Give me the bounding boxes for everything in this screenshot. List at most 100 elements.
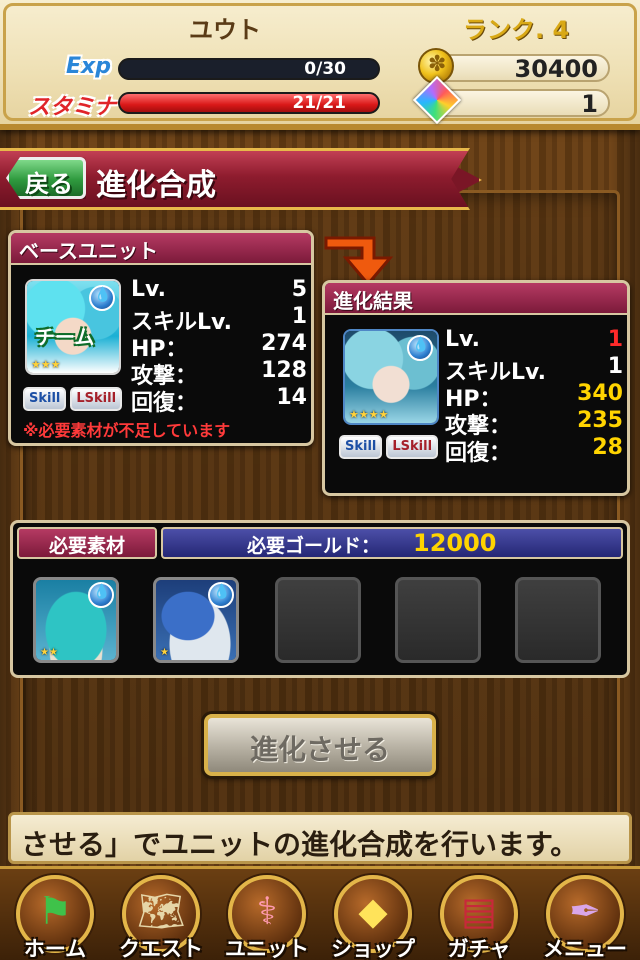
stat-label: 攻撃： xyxy=(445,414,512,439)
rarity-stars: ★★ xyxy=(40,647,58,658)
rarity-stars: ★★★ xyxy=(31,358,61,371)
exp-bar: 0/30 xyxy=(118,58,380,80)
required-gold-value: 12000 xyxy=(413,529,497,557)
gem-icon: ◆ xyxy=(358,889,388,933)
materials-title: 必要素材 xyxy=(48,535,125,557)
player-rank: ランク. 4 xyxy=(463,16,570,44)
result-unit-panel: 進化結果 ★★★★ Skill LSkill Lv. 1 スキルLv. 1 HP… xyxy=(322,280,630,496)
nav-label: クエスト xyxy=(119,937,203,960)
stat-value: 128 xyxy=(261,358,307,383)
rarity-stars: ★★★★ xyxy=(349,408,389,421)
evolve-button[interactable]: 進化させる xyxy=(204,714,436,776)
book-icon: ▤ xyxy=(461,889,497,933)
stat-value: 28 xyxy=(592,435,623,460)
stat-label: 攻撃： xyxy=(131,364,198,389)
page-title: 進化合成 xyxy=(96,168,216,203)
skill-badge[interactable]: Skill xyxy=(339,435,383,459)
empty-material-slot[interactable] xyxy=(395,577,481,663)
skill-badges: Skill LSkill xyxy=(23,387,123,411)
result-unit-header: 進化結果 xyxy=(325,283,627,315)
stat-label: 回復： xyxy=(445,441,512,466)
water-element-icon xyxy=(407,335,433,361)
gold-box: 30400 xyxy=(430,54,610,82)
team-tag: チーム xyxy=(35,325,95,349)
help-ticker: させる」でユニットの進化合成を行います。 xyxy=(8,812,632,864)
stat-value: 5 xyxy=(291,277,307,302)
result-unit-stats: Lv. 1 スキルLv. 1 HP： 340 攻撃： 235 回復： 28 xyxy=(445,327,623,466)
stat-value: 274 xyxy=(261,331,307,356)
stat-row: Lv. 1 xyxy=(445,327,623,354)
water-element-icon xyxy=(88,582,114,608)
nav-label: ユニット xyxy=(225,937,309,960)
gem-amount: 1 xyxy=(581,90,598,118)
stat-row: HP： 274 xyxy=(131,331,307,362)
bottom-nav: ⚑ ホーム 🗺 クエスト ⚕ ユニット ◆ ショップ ▤ ガチャ ✒ メニュー xyxy=(0,866,640,960)
stat-label: スキルLv. xyxy=(131,310,232,335)
base-unit-header: ベースユニット xyxy=(11,233,311,265)
stat-value: 1 xyxy=(291,304,307,329)
result-unit-portrait[interactable]: ★★★★ xyxy=(343,329,439,425)
stat-label: 回復： xyxy=(131,391,198,416)
stat-row: スキルLv. 1 xyxy=(445,354,623,385)
stat-row: 回復： 14 xyxy=(131,385,307,416)
stat-label: HP： xyxy=(445,387,502,412)
staff-icon: ⚕ xyxy=(256,889,278,933)
stat-row: 回復： 28 xyxy=(445,435,623,466)
water-element-icon xyxy=(89,285,115,311)
base-unit-portrait[interactable]: チーム ★★★ xyxy=(25,279,121,375)
stat-value: 235 xyxy=(577,408,623,433)
materials-header: 必要素材 xyxy=(17,527,157,559)
base-unit-panel: ベースユニット チーム ★★★ Skill LSkill Lv. 5 スキルLv… xyxy=(8,230,314,446)
required-gold-header: 必要ゴールド： 12000 xyxy=(161,527,623,559)
stat-label: Lv. xyxy=(445,327,480,352)
stat-row: 攻撃： 128 xyxy=(131,358,307,389)
nav-menu[interactable]: ✒ メニュー xyxy=(532,869,638,960)
stat-value: 340 xyxy=(577,381,623,406)
nav-label: ショップ xyxy=(331,937,415,960)
nav-home[interactable]: ⚑ ホーム xyxy=(2,869,108,960)
stat-value: 14 xyxy=(276,385,307,410)
skill-badges: Skill LSkill xyxy=(339,435,439,459)
nav-unit[interactable]: ⚕ ユニット xyxy=(214,869,320,960)
stamina-label: スタミナ xyxy=(28,95,117,120)
result-unit-title: 進化結果 xyxy=(333,289,413,313)
base-unit-stats: Lv. 5 スキルLv. 1 HP： 274 攻撃： 128 回復： 14 xyxy=(131,277,307,416)
nav-shop[interactable]: ◆ ショップ xyxy=(320,869,426,960)
stamina-value: 21/21 xyxy=(292,93,346,113)
flag-icon: ⚑ xyxy=(37,889,73,933)
nav-label: ガチャ xyxy=(447,937,511,960)
stat-label: Lv. xyxy=(131,277,166,302)
map-icon: 🗺 xyxy=(136,889,186,933)
quill-icon: ✒ xyxy=(569,889,601,933)
ticker-text: させる」でユニットの進化合成を行います。 xyxy=(21,828,579,861)
stat-label: HP： xyxy=(131,337,188,362)
exp-label: Exp xyxy=(66,54,111,79)
leader-skill-badge[interactable]: LSkill xyxy=(386,435,439,459)
stat-label: スキルLv. xyxy=(445,360,546,385)
stat-value: 1 xyxy=(607,354,623,379)
evolve-arrow-icon xyxy=(324,236,394,286)
stat-value: 1 xyxy=(607,327,623,352)
material-slot[interactable]: ★★ xyxy=(33,577,119,663)
base-unit-title: ベースユニット xyxy=(19,239,158,263)
nav-label: メニュー xyxy=(543,937,627,960)
stat-row: 攻撃： 235 xyxy=(445,408,623,439)
stat-row: Lv. 5 xyxy=(131,277,307,304)
skill-badge[interactable]: Skill xyxy=(23,387,67,411)
stat-row: HP： 340 xyxy=(445,381,623,412)
rarity-stars: ★ xyxy=(160,647,169,658)
leader-skill-badge[interactable]: LSkill xyxy=(70,387,123,411)
status-header: ユウト ランク. 4 Exp 0/30 スタミナ 21/21 30400 1 xyxy=(0,0,640,130)
player-name: ユウト xyxy=(189,16,261,44)
exp-value: 0/30 xyxy=(304,59,346,79)
empty-material-slot[interactable] xyxy=(275,577,361,663)
nav-gacha[interactable]: ▤ ガチャ xyxy=(426,869,532,960)
evolve-button-label: 進化させる xyxy=(249,733,390,766)
water-element-icon xyxy=(208,582,234,608)
empty-material-slot[interactable] xyxy=(515,577,601,663)
materials-panel: 必要素材 必要ゴールド： 12000 ★★ ★ xyxy=(10,520,630,678)
material-slot[interactable]: ★ xyxy=(153,577,239,663)
nav-quest[interactable]: 🗺 クエスト xyxy=(108,869,214,960)
back-button[interactable]: 戻る xyxy=(6,157,86,199)
stat-row: スキルLv. 1 xyxy=(131,304,307,335)
